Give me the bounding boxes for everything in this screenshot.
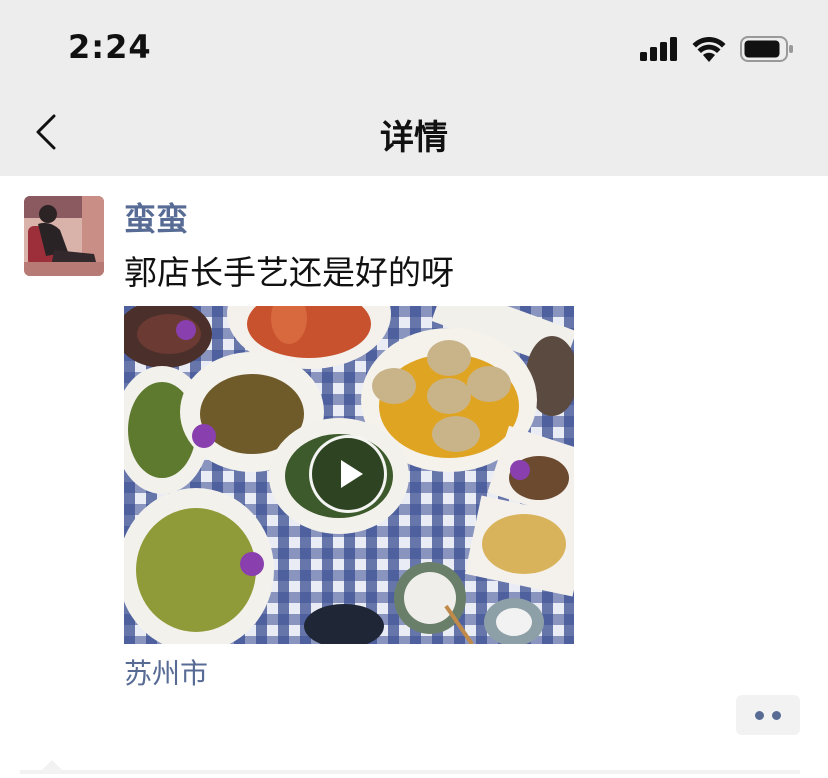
post-text: 郭店长手艺还是好的呀 — [124, 253, 454, 292]
battery-icon — [740, 36, 794, 66]
more-dots-icon-2 — [772, 710, 781, 720]
play-icon — [312, 460, 384, 514]
more-options-button[interactable] — [736, 695, 800, 735]
avatar[interactable] — [24, 196, 104, 276]
nav-bar: 详情 — [0, 94, 828, 176]
signal-icon — [640, 37, 678, 65]
page-title: 详情 — [380, 118, 448, 158]
status-icons — [640, 36, 794, 66]
wifi-icon — [692, 36, 726, 66]
status-time: 2:24 — [68, 28, 152, 66]
status-bar: 2:24 — [0, 0, 828, 94]
play-button[interactable] — [309, 435, 387, 513]
post-username[interactable]: 蛮蛮 — [124, 194, 188, 240]
more-dots-icon — [755, 710, 764, 720]
comment-section-divider — [20, 758, 800, 774]
post-video-thumbnail[interactable] — [124, 306, 574, 644]
post-location[interactable]: 苏州市 — [124, 652, 208, 692]
